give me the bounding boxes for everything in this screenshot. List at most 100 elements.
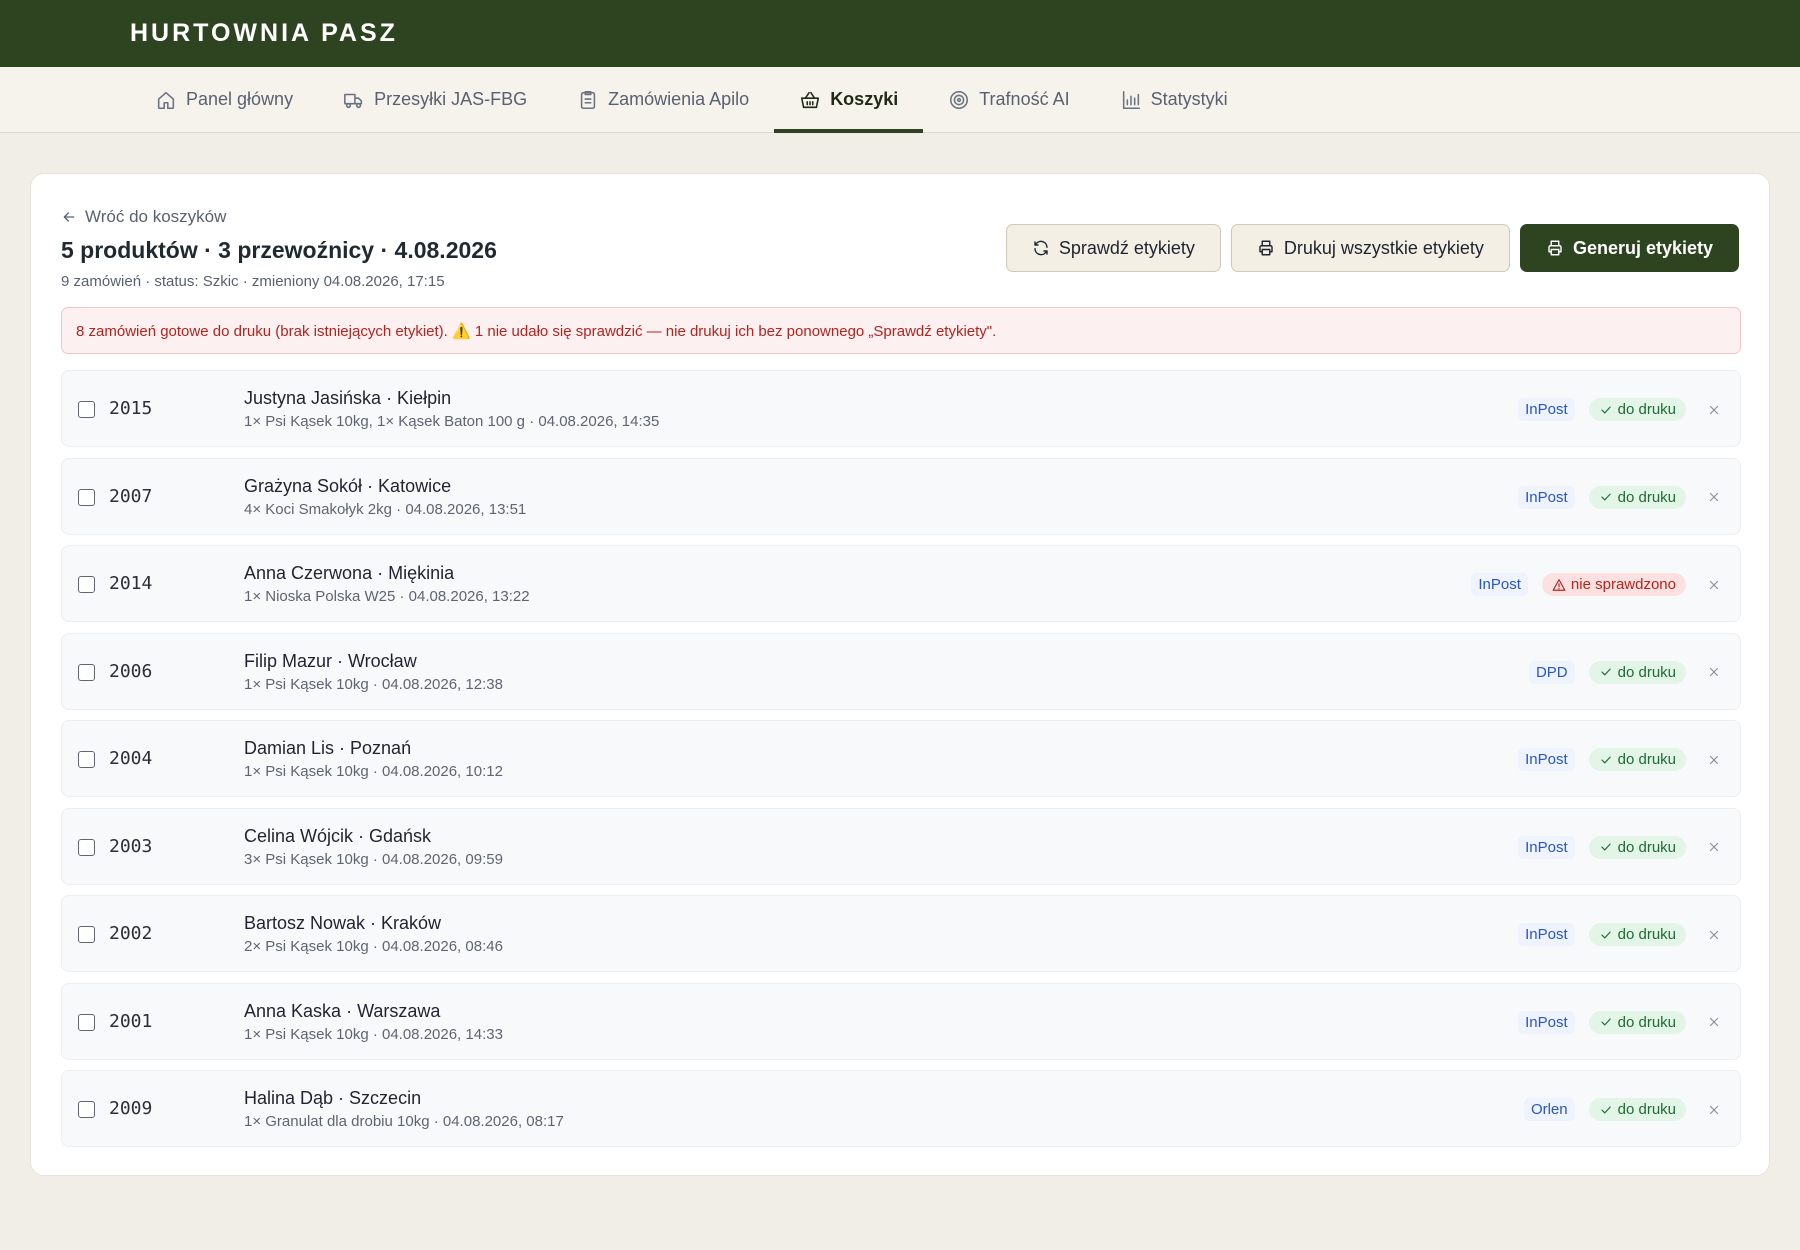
warning-icon [1552, 578, 1566, 591]
tab-label: Trafność AI [979, 89, 1070, 109]
check-icon [1600, 1106, 1611, 1113]
carrier-badge: InPost [1518, 485, 1575, 509]
carrier-badge: InPost [1518, 748, 1575, 771]
order-checkbox[interactable] [78, 401, 95, 418]
order-row[interactable]: 2004 Damian Lis · Poznań 1× Psi Kąsek 10kg… [61, 720, 1741, 797]
print-all-labels-label: Drukuj wszystkie etykiety [1283, 237, 1484, 258]
order-customer: Damian Lis · Poznań [244, 738, 412, 758]
remove-order-button[interactable] [1700, 1096, 1728, 1124]
home-icon [157, 91, 175, 109]
main-nav: Panel główny Przesyłki JAS-FBG Zamówienia … [0, 67, 1800, 133]
carrier-badge: InPost [1518, 835, 1575, 859]
status-badge: do druku [1588, 835, 1686, 859]
remove-order-button[interactable] [1700, 1008, 1728, 1036]
order-checkbox[interactable] [78, 576, 95, 593]
order-id: 2003 [109, 835, 153, 857]
remove-order-button[interactable] [1700, 833, 1728, 861]
carrier-badge: InPost [1471, 573, 1528, 596]
order-row[interactable]: 2014 Anna Czerwona · Miękinia 1× Nioska Po… [61, 545, 1741, 622]
page-title: 5 produktów · 3 przewoźnicy · 4.08.2026 [61, 237, 497, 263]
tab-trafność-ai[interactable]: Trafność AI [923, 67, 1094, 132]
remove-order-button[interactable] [1700, 396, 1728, 424]
basket-detail-card: Wróć do koszyków 5 produktów · 3 przewoź… [30, 173, 1770, 1176]
order-id: 2006 [109, 660, 153, 682]
order-row[interactable]: 2001 Anna Kaska · Warszawa 1× Psi Kąsek 10… [61, 982, 1741, 1060]
tab-label: Panel główny [186, 89, 294, 109]
order-items: 1× Psi Kąsek 10kg · 04.08.2026, 12:38 [244, 675, 503, 693]
brand-logo[interactable]: HURTOWNIA PASZ [130, 19, 398, 48]
order-row[interactable]: 2003 Celina Wójcik · Gdańsk 3× Psi Kąsek 1… [61, 807, 1741, 886]
arrow-left-icon [63, 212, 75, 222]
order-items: 1× Granulat dla drobiu 10kg · 04.08.2026… [244, 1113, 564, 1130]
remove-order-button[interactable] [1700, 483, 1728, 511]
order-row[interactable]: 2002 Bartosz Nowak · Kraków 2× Psi Kąsek 1… [61, 895, 1741, 972]
remove-order-button[interactable] [1700, 921, 1728, 949]
tab-label: Zamówienia Apilo [608, 89, 750, 109]
order-meta: Orlen do druku [1523, 1071, 1728, 1148]
tab-koszyki[interactable]: Koszyki [774, 67, 924, 133]
status-label: do druku [1617, 1013, 1676, 1031]
order-row[interactable]: 2009 Halina Dąb · Szczecin 1× Granulat dla… [61, 1070, 1741, 1147]
remove-order-button[interactable] [1700, 658, 1728, 686]
remove-order-button[interactable] [1700, 571, 1728, 599]
remove-order-button[interactable] [1700, 746, 1728, 774]
order-row[interactable]: 2006 Filip Mazur · Wrocław 1× Psi Kąsek 10… [61, 632, 1741, 711]
tab-przesyłki-jas-fbg[interactable]: Przesyłki JAS-FBG [318, 67, 552, 132]
order-checkbox[interactable] [78, 751, 95, 768]
order-row[interactable]: 2007 Grażyna Sokół · Katowice 4× Koci Smak… [61, 457, 1741, 535]
check-icon [1600, 668, 1611, 676]
order-checkbox[interactable] [78, 488, 95, 506]
order-checkbox[interactable] [78, 663, 95, 681]
order-checkbox[interactable] [78, 1013, 95, 1031]
order-items: 1× Nioska Polska W25 · 04.08.2026, 13:22 [244, 588, 530, 605]
order-items: 3× Psi Kąsek 10kg · 04.08.2026, 09:59 [244, 850, 503, 868]
order-items: 2× Psi Kąsek 10kg · 04.08.2026, 08:46 [244, 938, 503, 955]
tab-statystyki[interactable]: Statystyki [1095, 67, 1253, 132]
status-label: do druku [1617, 838, 1676, 856]
order-items: 1× Psi Kąsek 10kg · 04.08.2026, 10:12 [244, 763, 503, 780]
print-all-labels-button[interactable]: Drukuj wszystkie etykiety [1230, 224, 1510, 272]
bar-chart-icon [1122, 90, 1140, 109]
status-label: do druku [1617, 751, 1676, 768]
carrier-badge: InPost [1518, 923, 1575, 946]
order-customer: Halina Dąb · Szczecin [244, 1088, 422, 1108]
order-meta: InPost do druku [1518, 721, 1728, 798]
generate-labels-button[interactable]: Generuj etykiety [1519, 224, 1739, 272]
status-badge: do druku [1588, 923, 1686, 946]
generate-labels-label: Generuj etykiety [1572, 237, 1713, 258]
status-badge: do druku [1588, 1098, 1686, 1121]
status-badge: do druku [1588, 398, 1686, 421]
printer-icon [1259, 240, 1273, 256]
close-icon [1709, 1105, 1719, 1114]
order-id: 2007 [109, 485, 153, 507]
order-checkbox[interactable] [78, 1101, 95, 1118]
basket-icon [801, 91, 820, 108]
order-id: 2004 [109, 748, 153, 769]
carrier-badge: DPD [1528, 660, 1575, 684]
close-icon [1709, 755, 1719, 764]
tab-label: Statystyki [1150, 89, 1228, 109]
close-icon [1709, 405, 1719, 414]
tab-panel-główny[interactable]: Panel główny [130, 67, 318, 132]
status-label: do druku [1617, 488, 1676, 506]
order-meta: DPD do druku [1528, 634, 1728, 711]
order-checkbox[interactable] [78, 838, 95, 856]
close-icon [1709, 1017, 1719, 1027]
status-label: do druku [1617, 1101, 1676, 1118]
order-customer: Celina Wójcik · Gdańsk [244, 825, 432, 846]
status-label: nie sprawdzono [1570, 576, 1676, 593]
tab-zamówienia-apilo[interactable]: Zamówienia Apilo [552, 67, 774, 132]
carrier-badge: InPost [1518, 398, 1575, 421]
tab-label: Koszyki [830, 89, 899, 109]
check-icon [1600, 931, 1611, 938]
order-meta: InPost do druku [1518, 809, 1728, 886]
order-customer: Anna Kaska · Warszawa [244, 1000, 441, 1021]
status-badge: nie sprawdzono [1541, 573, 1686, 596]
order-meta: InPost do druku [1518, 371, 1728, 448]
order-meta: InPost nie sprawdzono [1471, 546, 1728, 623]
order-customer: Anna Czerwona · Miękinia [244, 563, 455, 583]
back-link[interactable]: Wróć do koszyków [61, 207, 226, 227]
check-labels-button[interactable]: Sprawdź etykiety [1005, 224, 1221, 272]
order-row[interactable]: 2015 Justyna Jasińska · Kiełpin 1× Psi Kąs… [61, 370, 1741, 447]
order-checkbox[interactable] [78, 926, 95, 943]
